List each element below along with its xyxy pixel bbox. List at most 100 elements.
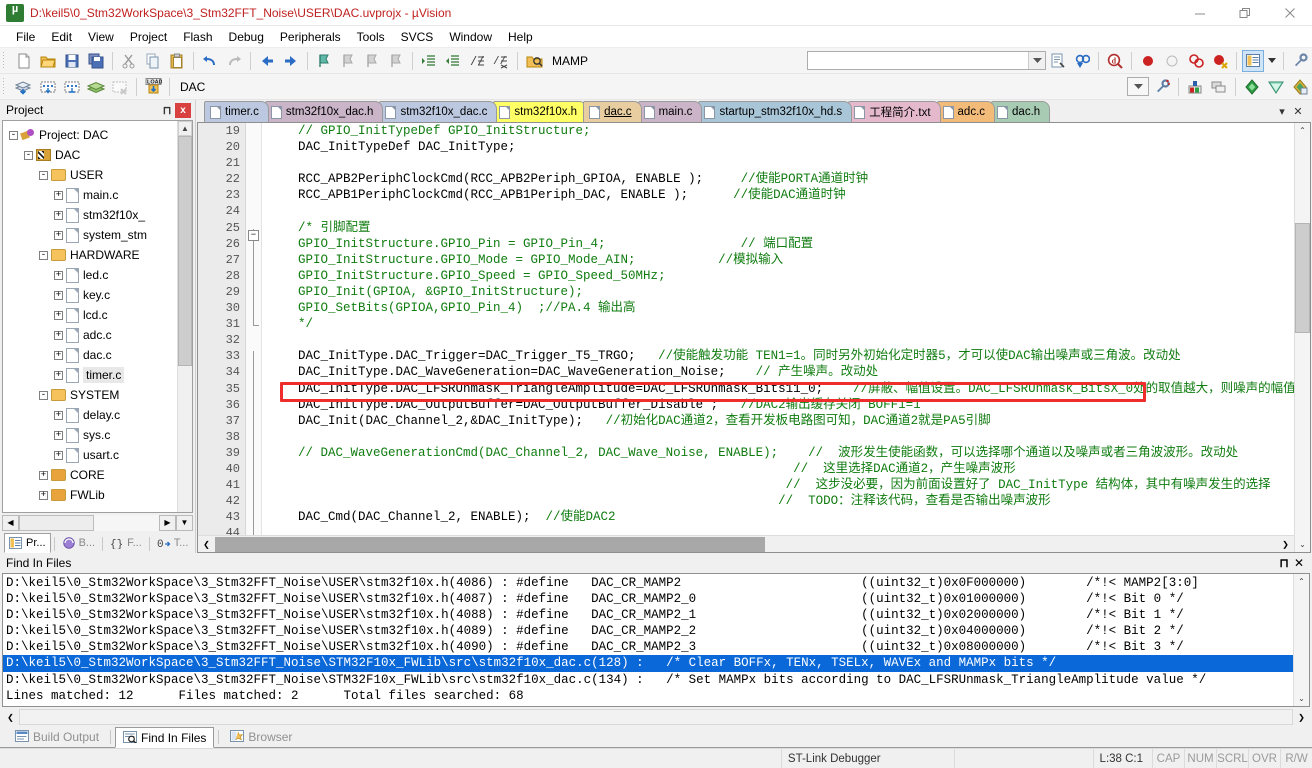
target-dropdown-icon[interactable]: [1127, 77, 1149, 96]
search-combo[interactable]: [807, 51, 1046, 70]
tree-item-sys-c[interactable]: + sys.c: [5, 425, 177, 445]
tree-item-dac-c[interactable]: + dac.c: [5, 345, 177, 365]
find-result-row-selected[interactable]: D:\keil5\0_Stm32WorkSpace\3_Stm32FFT_Noi…: [3, 655, 1293, 672]
tree-item-system[interactable]: - SYSTEM: [5, 385, 177, 405]
breakpoint-all-icon[interactable]: [1185, 50, 1207, 72]
save-all-icon[interactable]: [85, 50, 107, 72]
editor-tab-dac.c[interactable]: dac.c: [583, 101, 642, 122]
minimize-icon[interactable]: [1177, 0, 1222, 26]
open-file-icon[interactable]: [37, 50, 59, 72]
load-icon[interactable]: LOAD: [142, 76, 164, 98]
editor-tab-adc.c[interactable]: adc.c: [936, 101, 996, 122]
editor-tab-stm32f10x.h[interactable]: stm32f10x.h: [493, 101, 588, 122]
scroll-right-icon[interactable]: ❯: [1277, 536, 1294, 552]
tree-item-project-dac[interactable]: - Project: DAC: [5, 125, 177, 145]
project-tree-hscrollbar[interactable]: ◀ ▶ ▼: [2, 514, 193, 531]
tab-list-dropdown-icon[interactable]: ▾: [1274, 105, 1290, 118]
menu-svcs[interactable]: SVCS: [393, 28, 442, 46]
tree-expand-icon[interactable]: +: [54, 370, 63, 380]
tree-collapse-icon[interactable]: -: [24, 150, 33, 160]
tree-expand-icon[interactable]: +: [54, 450, 63, 460]
scroll-up-icon[interactable]: ⌃: [1294, 574, 1309, 589]
paste-icon[interactable]: [166, 50, 188, 72]
tree-item-system-stm[interactable]: + system_stm: [5, 225, 177, 245]
comment-icon[interactable]: //: [466, 50, 488, 72]
output-tab-find-in-files[interactable]: Find In Files: [115, 727, 215, 748]
tree-expand-icon[interactable]: +: [54, 290, 63, 300]
bookmark-next-icon[interactable]: [361, 50, 383, 72]
window-layout-icon[interactable]: [1242, 49, 1264, 72]
tree-item-key-c[interactable]: + key.c: [5, 285, 177, 305]
tree-expand-icon[interactable]: +: [54, 350, 63, 360]
fold-collapse-icon[interactable]: −: [248, 230, 259, 241]
tree-expand-icon[interactable]: +: [54, 330, 63, 340]
window-layout-dropdown-icon[interactable]: [1266, 50, 1278, 72]
navigate-back-icon[interactable]: [256, 50, 278, 72]
tree-expand-icon[interactable]: +: [54, 190, 63, 200]
scroll-down-icon[interactable]: ⌄: [1295, 537, 1310, 552]
uncomment-icon[interactable]: //: [490, 50, 512, 72]
find-in-files-toolbar-icon[interactable]: [523, 50, 545, 72]
tree-expand-icon[interactable]: +: [54, 230, 63, 240]
menu-flash[interactable]: Flash: [175, 28, 220, 46]
tree-item-user[interactable]: - USER: [5, 165, 177, 185]
find-result-row[interactable]: Lines matched: 12 Files matched: 2 Total…: [3, 688, 1293, 704]
close-icon[interactable]: x: [175, 102, 191, 118]
cut-icon[interactable]: [118, 50, 140, 72]
restore-icon[interactable]: [1222, 0, 1267, 26]
editor-tab-timer.c[interactable]: timer.c: [204, 101, 269, 122]
manage-runtime-icon[interactable]: [1289, 76, 1311, 98]
hscroll-thumb[interactable]: [19, 514, 94, 531]
scroll-left-icon[interactable]: ❮: [198, 536, 215, 552]
stop-build-icon[interactable]: [109, 76, 131, 98]
menu-view[interactable]: View: [80, 28, 122, 46]
tree-collapse-icon[interactable]: -: [39, 250, 48, 260]
multi-project-icon[interactable]: [1241, 76, 1263, 98]
save-icon[interactable]: [61, 50, 83, 72]
tree-item-stm32f10x-[interactable]: + stm32f10x_: [5, 205, 177, 225]
output-tab-build-output[interactable]: Build Output: [8, 726, 106, 747]
find-icon[interactable]: d: [1104, 50, 1126, 72]
tree-expand-icon[interactable]: +: [39, 490, 48, 500]
tree-item-usart-c[interactable]: + usart.c: [5, 445, 177, 465]
pack-installer-icon[interactable]: [1265, 76, 1287, 98]
new-file-icon[interactable]: [13, 50, 35, 72]
project-tree[interactable]: - Project: DAC - DAC - USER + main.c + stm32f10x_…: [3, 121, 177, 512]
find-result-row[interactable]: D:\keil5\0_Stm32WorkSpace\3_Stm32FFT_Noi…: [3, 591, 1293, 607]
manage-components-icon[interactable]: [1184, 76, 1206, 98]
project-items-icon[interactable]: [1208, 76, 1230, 98]
scroll-down-icon[interactable]: ⌄: [1294, 691, 1309, 706]
tree-item-timer-c[interactable]: + timer.c: [5, 365, 177, 385]
project-tree-vscrollbar[interactable]: ▲: [177, 121, 192, 512]
bookmark-toggle-icon[interactable]: [313, 50, 335, 72]
code-text[interactable]: // GPIO_InitTypeDef GPIO_InitStructure; …: [262, 123, 1294, 535]
hscroll-thumb[interactable]: [19, 709, 1293, 725]
breakpoint-disable-icon[interactable]: [1161, 50, 1183, 72]
tree-item-main-c[interactable]: + main.c: [5, 185, 177, 205]
close-icon[interactable]: ✕: [1292, 556, 1306, 570]
tree-item-delay-c[interactable]: + delay.c: [5, 405, 177, 425]
tree-item-core[interactable]: + CORE: [5, 465, 177, 485]
editor-tab-dac.h[interactable]: dac.h: [991, 101, 1051, 122]
scroll-left-icon[interactable]: ◀: [2, 514, 19, 531]
scroll-right-icon[interactable]: ❯: [1293, 709, 1310, 725]
tree-item-adc-c[interactable]: + adc.c: [5, 325, 177, 345]
tree-expand-icon[interactable]: +: [54, 210, 63, 220]
menu-tools[interactable]: Tools: [349, 28, 393, 46]
tree-item-led-c[interactable]: + led.c: [5, 265, 177, 285]
navigate-forward-icon[interactable]: [280, 50, 302, 72]
find-hscrollbar[interactable]: ❮ ❯: [2, 708, 1310, 726]
tree-expand-icon[interactable]: +: [54, 410, 63, 420]
project-tab-f[interactable]: {} F...: [106, 533, 146, 553]
pin-icon[interactable]: ⊓: [1276, 556, 1292, 570]
menu-project[interactable]: Project: [122, 28, 175, 46]
undo-icon[interactable]: [199, 50, 221, 72]
menu-file[interactable]: File: [8, 28, 43, 46]
scroll-thumb[interactable]: [178, 136, 192, 366]
menu-edit[interactable]: Edit: [43, 28, 80, 46]
tree-item-lcd-c[interactable]: + lcd.c: [5, 305, 177, 325]
chevron-down-icon[interactable]: [1028, 52, 1045, 69]
breakpoint-kill-icon[interactable]: [1209, 50, 1231, 72]
editor-hscrollbar[interactable]: ❮ ❯: [198, 535, 1294, 552]
editor-tab-stm32f10x_dac.c[interactable]: stm32f10x_dac.c: [379, 101, 498, 122]
